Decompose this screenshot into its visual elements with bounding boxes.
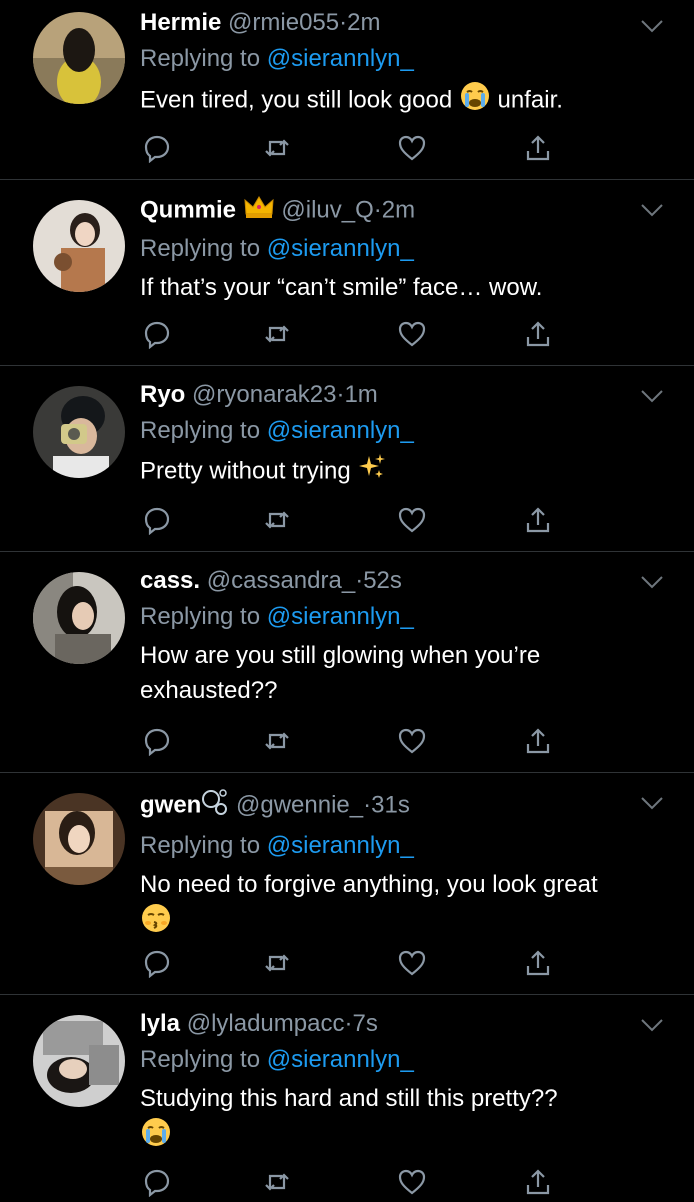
display-name[interactable]: Qummie	[140, 196, 236, 223]
chevron-down-icon[interactable]	[640, 795, 664, 811]
display-name[interactable]: gwen	[140, 791, 201, 818]
reply-item[interactable]: Qummie @iluv_Q·2m Replying to @sierannly…	[0, 180, 694, 366]
reply-text: Pretty without trying	[140, 452, 664, 492]
like-icon[interactable]	[397, 319, 427, 349]
like-icon[interactable]	[397, 1167, 427, 1197]
reply-icon[interactable]	[142, 948, 172, 979]
mention-link[interactable]: @sierannlyn_	[267, 603, 414, 630]
chevron-down-icon[interactable]	[640, 18, 664, 34]
chevron-down-icon[interactable]	[640, 388, 664, 404]
mention-link[interactable]: @sierannlyn_	[267, 235, 414, 262]
timestamp[interactable]: 1m	[344, 381, 377, 408]
retweet-icon[interactable]	[262, 948, 292, 978]
user-handle[interactable]: @rmie055	[228, 9, 339, 36]
retweet-icon[interactable]	[262, 133, 292, 163]
reply-icon[interactable]	[142, 133, 172, 164]
retweet-icon[interactable]	[262, 726, 292, 756]
reply-text: Even tired, you still look good unfair.	[140, 80, 664, 122]
reply-text-main: Pretty without trying	[140, 457, 351, 485]
user-handle[interactable]: @gwennie_	[236, 791, 363, 818]
user-handle[interactable]: @cassandra_	[207, 567, 355, 594]
replying-label: Replying to	[140, 832, 261, 859]
like-icon[interactable]	[397, 505, 427, 535]
replying-label: Replying to	[140, 603, 261, 630]
timestamp[interactable]: 2m	[382, 196, 415, 223]
mention-link[interactable]: @sierannlyn_	[267, 417, 414, 444]
reply-icon[interactable]	[142, 505, 172, 536]
user-handle[interactable]: @iluv_Q	[281, 196, 373, 223]
replying-label: Replying to	[140, 417, 261, 444]
mention-link[interactable]: @sierannlyn_	[267, 45, 414, 72]
reply-item[interactable]: gwen @gwennie_·31s Replying to @sierannl…	[0, 773, 694, 995]
reply-item[interactable]: lyla @lyladumpacc·7s Replying to @sieran…	[0, 995, 694, 1200]
mention-link[interactable]: @sierannlyn_	[267, 1046, 414, 1073]
avatar[interactable]	[33, 200, 125, 292]
reply-icon[interactable]	[142, 726, 172, 757]
reply-icon[interactable]	[142, 1167, 172, 1198]
reply-icon[interactable]	[142, 319, 172, 350]
retweet-icon[interactable]	[262, 1167, 292, 1197]
crying-face-icon	[140, 1116, 172, 1158]
like-icon[interactable]	[397, 133, 427, 163]
reply-text: How are you still glowing when you’re ex…	[140, 642, 541, 704]
user-handle[interactable]: @lyladumpacc	[187, 1010, 345, 1037]
avatar[interactable]	[33, 12, 125, 104]
chevron-down-icon[interactable]	[640, 1017, 664, 1033]
share-icon[interactable]	[523, 1167, 553, 1197]
like-icon[interactable]	[397, 726, 427, 756]
reply-text: If that’s your “can’t smile” face… wow.	[140, 274, 543, 301]
timestamp[interactable]: 7s	[352, 1010, 377, 1037]
reply-text-main: No need to forgive anything, you look gr…	[140, 871, 598, 898]
like-icon[interactable]	[397, 948, 427, 978]
bubbles-icon	[201, 787, 229, 825]
reply-text: Studying this hard and still this pretty…	[140, 1081, 664, 1158]
replying-label: Replying to	[140, 45, 261, 72]
retweet-icon[interactable]	[262, 505, 292, 535]
crown-icon	[243, 194, 275, 228]
reply-item[interactable]: cass. @cassandra_·52s Replying to @siera…	[0, 552, 694, 773]
avatar[interactable]	[33, 572, 125, 664]
share-icon[interactable]	[523, 948, 553, 978]
display-name[interactable]: Hermie	[140, 9, 221, 36]
kissing-face-icon	[140, 902, 172, 944]
share-icon[interactable]	[523, 726, 553, 756]
reply-item[interactable]: Ryo @ryonarak23·1m Replying to @sierannl…	[0, 366, 694, 552]
share-icon[interactable]	[523, 505, 553, 535]
avatar[interactable]	[33, 1015, 125, 1107]
retweet-icon[interactable]	[262, 319, 292, 349]
display-name[interactable]: cass.	[140, 567, 200, 594]
timestamp[interactable]: 31s	[371, 791, 410, 818]
crying-face-icon	[459, 80, 491, 122]
display-name[interactable]: Ryo	[140, 381, 185, 408]
reply-text-main: Studying this hard and still this pretty…	[140, 1085, 558, 1112]
user-handle[interactable]: @ryonarak23	[192, 381, 336, 408]
reply-text-main: Even tired, you still look good	[140, 86, 453, 114]
display-name[interactable]: lyla	[140, 1010, 180, 1037]
timestamp[interactable]: 2m	[347, 9, 380, 36]
reply-text-trailing: unfair.	[497, 86, 563, 114]
timestamp[interactable]: 52s	[363, 567, 402, 594]
share-icon[interactable]	[523, 319, 553, 349]
share-icon[interactable]	[523, 133, 553, 163]
chevron-down-icon[interactable]	[640, 202, 664, 218]
reply-item[interactable]: Hermie @rmie055·2m Replying to @sierannl…	[0, 0, 694, 180]
reply-text: No need to forgive anything, you look gr…	[140, 867, 620, 944]
avatar[interactable]	[33, 386, 125, 478]
sparkles-icon	[357, 452, 387, 492]
mention-link[interactable]: @sierannlyn_	[267, 832, 414, 859]
replying-label: Replying to	[140, 235, 261, 262]
chevron-down-icon[interactable]	[640, 574, 664, 590]
replying-label: Replying to	[140, 1046, 261, 1073]
avatar[interactable]	[33, 793, 125, 885]
